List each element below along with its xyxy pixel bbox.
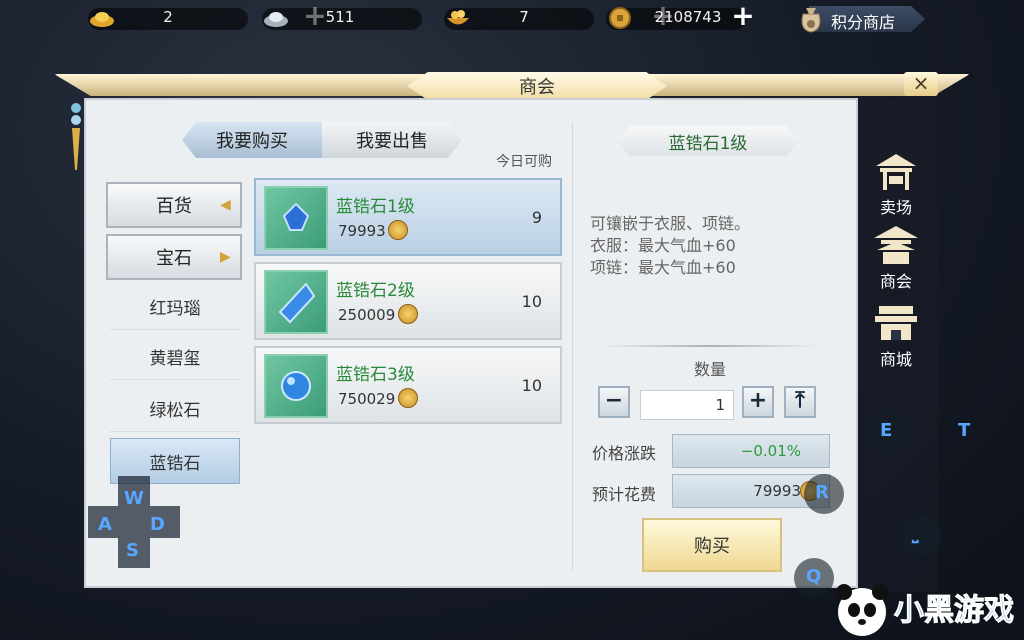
- category-label: 百货: [156, 196, 192, 217]
- copper-coin-icon: [398, 388, 418, 408]
- key-r-label: R: [815, 482, 829, 503]
- item-buyable-qty: 9: [531, 208, 542, 227]
- subcategory-tourmaline[interactable]: 黄碧玺: [110, 334, 240, 380]
- currency-copper-value: 2108743: [654, 8, 722, 26]
- blue-zircon-gem-icon: [264, 354, 328, 418]
- item-buyable-qty: 10: [521, 376, 542, 395]
- copper-coin-icon: [388, 220, 408, 240]
- silver-ingot-icon: [262, 6, 290, 30]
- nav-label: 商会: [879, 272, 912, 291]
- item-row[interactable]: 蓝锆石1级 79993 9: [254, 178, 562, 256]
- increase-quantity-button[interactable]: +: [742, 386, 774, 418]
- currency-gold-value: 2: [163, 8, 173, 26]
- nav-market[interactable]: 卖场: [866, 150, 926, 220]
- points-shop-button[interactable]: 积分商店: [795, 2, 933, 34]
- detail-title: 蓝锆石1级: [618, 126, 798, 156]
- detail-desc-line: 衣服：最大气血+60: [590, 236, 736, 255]
- blue-zircon-gem-icon: [264, 186, 328, 250]
- item-price: 79993: [338, 222, 386, 240]
- key-d-label[interactable]: D: [150, 514, 165, 535]
- key-q-label: Q: [806, 566, 822, 587]
- pavilion-icon: [874, 226, 918, 264]
- subcategory-turquoise[interactable]: 绿松石: [110, 386, 240, 432]
- detail-desc-line: 可镶嵌于衣服、项链。: [590, 214, 751, 233]
- item-row[interactable]: 蓝锆石2级 250009 10: [254, 262, 562, 340]
- key-t-label[interactable]: T: [958, 420, 970, 441]
- panda-logo-icon: 小黑游戏: [836, 584, 1015, 636]
- price-change-value: −0.01%: [672, 434, 830, 468]
- copper-coin-icon: [606, 6, 634, 30]
- category-gems[interactable]: 宝石 ▶: [106, 234, 242, 280]
- today-buyable-header: 今日可购: [496, 154, 552, 170]
- tab-buy[interactable]: 我要购买: [182, 122, 322, 158]
- treasure-bowl-icon: [444, 6, 472, 30]
- window-title: 商会: [407, 72, 667, 100]
- key-a-label[interactable]: A: [98, 514, 112, 535]
- currency-bowl-value: 7: [519, 8, 529, 26]
- key-space-label: ⎵: [912, 524, 919, 543]
- copper-coin-icon: [398, 304, 418, 324]
- key-s-label[interactable]: S: [126, 540, 139, 561]
- category-label: 宝石: [156, 248, 192, 269]
- item-price: 250009: [338, 306, 396, 324]
- money-bag-icon: [795, 2, 827, 38]
- tassel-decoration-icon: [71, 103, 81, 170]
- currency-gold: 2 +: [88, 2, 327, 32]
- quantity-separator: [600, 345, 820, 347]
- blue-zircon-gem-icon: [264, 270, 328, 334]
- price-change-label: 价格涨跌: [592, 444, 657, 463]
- nav-commerce-guild[interactable]: 商会: [866, 224, 926, 294]
- item-name: 蓝锆石3级: [336, 365, 415, 385]
- item-price: 750029: [338, 390, 396, 408]
- chevron-left-icon: ◀: [220, 197, 231, 213]
- subcategory-red-agate[interactable]: 红玛瑙: [110, 284, 240, 330]
- buy-button[interactable]: 购买: [642, 518, 782, 572]
- quantity-label: 数量: [694, 360, 727, 379]
- add-copper-button[interactable]: +: [730, 2, 756, 30]
- detail-desc-line: 项链：最大气血+60: [590, 258, 736, 277]
- chevron-right-icon: ▶: [220, 249, 231, 265]
- nav-label: 商城: [879, 350, 912, 369]
- tab-sell[interactable]: 我要出售: [322, 122, 462, 158]
- quantity-input[interactable]: 1: [640, 390, 734, 420]
- key-w-label[interactable]: W: [124, 488, 144, 509]
- pane-divider: [572, 122, 573, 570]
- nav-label: 卖场: [879, 198, 912, 217]
- category-general-goods[interactable]: 百货 ◀: [106, 182, 242, 228]
- item-name: 蓝锆石2级: [336, 281, 415, 301]
- key-space-circle[interactable]: [902, 516, 942, 556]
- decrease-quantity-button[interactable]: −: [598, 386, 630, 418]
- close-button[interactable]: ×: [904, 72, 938, 96]
- item-buyable-qty: 10: [521, 292, 542, 311]
- points-shop-label: 积分商店: [831, 13, 896, 32]
- svg-text:小黑游戏: 小黑游戏: [894, 594, 1014, 627]
- max-quantity-button[interactable]: ⤒: [784, 386, 816, 418]
- nav-mall[interactable]: 商城: [866, 302, 926, 372]
- estimated-cost-label: 预计花费: [592, 485, 657, 504]
- key-e-label: E: [880, 420, 893, 441]
- currency-bar: 2 + 511 + 7 2108743 + 积分商店: [0, 0, 1024, 36]
- item-row[interactable]: 蓝锆石3级 750029 10: [254, 346, 562, 424]
- item-name: 蓝锆石1级: [336, 197, 415, 217]
- currency-silver-value: 511: [325, 8, 355, 26]
- currency-bowl: 7: [444, 4, 604, 32]
- currency-copper: 2108743 +: [606, 2, 766, 32]
- watermark-logo: 小黑游戏: [828, 574, 1024, 640]
- market-stall-icon: [876, 154, 916, 190]
- gold-ingot-icon: [88, 6, 116, 30]
- currency-silver: 511 +: [262, 2, 675, 32]
- shop-building-icon: [875, 306, 917, 340]
